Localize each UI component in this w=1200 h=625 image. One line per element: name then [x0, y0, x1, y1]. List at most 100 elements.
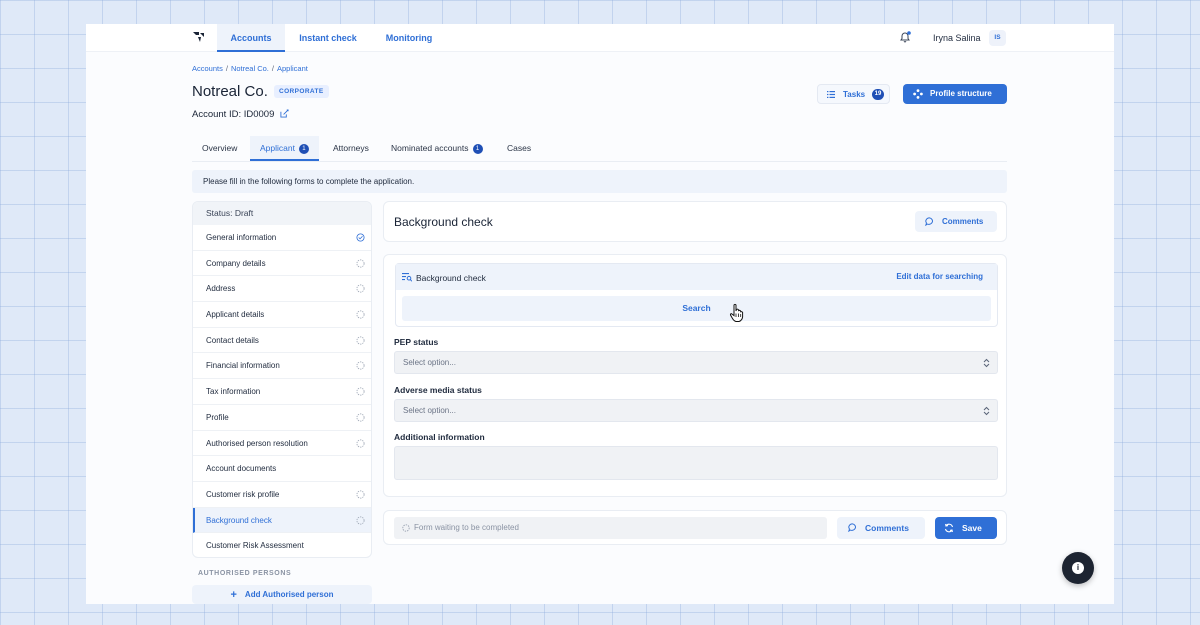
- breadcrumb-accounts[interactable]: Accounts: [192, 64, 223, 73]
- comment-icon: [848, 523, 856, 532]
- menu-item-label: General information: [206, 233, 277, 242]
- comments-label-top: Comments: [942, 217, 984, 226]
- menu-item[interactable]: Account documents: [193, 456, 371, 482]
- info-icon: i: [1072, 562, 1084, 574]
- adverse-media-label: Adverse media status: [394, 385, 482, 395]
- pending-icon: [356, 438, 365, 448]
- menu-item-label: Financial information: [206, 361, 280, 371]
- tab-overview[interactable]: Overview: [202, 136, 237, 161]
- plus-icon: +: [230, 589, 237, 601]
- tasks-button[interactable]: Tasks 19: [817, 84, 890, 104]
- chevron-up-down-icon: [983, 406, 990, 416]
- adverse-media-select[interactable]: Select option...: [394, 399, 998, 422]
- menu-item[interactable]: Profile: [193, 405, 371, 431]
- menu-item-label: Company details: [206, 258, 266, 268]
- menu-item[interactable]: Financial information: [193, 353, 371, 380]
- pending-icon: [356, 387, 365, 396]
- pep-status-select[interactable]: Select option...: [394, 351, 998, 374]
- menu-item-label: Customer risk profile: [206, 489, 280, 499]
- profile-structure-button[interactable]: Profile structure: [903, 84, 1007, 104]
- menu-item-label: Customer Risk Assessment: [206, 541, 304, 551]
- list-icon: [827, 91, 835, 98]
- menu-item[interactable]: Address: [193, 276, 371, 303]
- pending-icon: [356, 413, 365, 422]
- form-header-card: Background check Comments: [383, 201, 1007, 242]
- comments-button-top[interactable]: Comments: [915, 211, 997, 232]
- adverse-media-placeholder: Select option...: [403, 406, 456, 415]
- pending-icon: [402, 524, 410, 532]
- pending-icon: [356, 516, 365, 525]
- menu-item[interactable]: Customer Risk Assessment: [193, 533, 371, 557]
- account-tabs: Overview Applicant 1 Attorneys Nominated …: [192, 136, 1007, 162]
- edit-data-for-searching-link[interactable]: Edit data for searching: [896, 272, 983, 281]
- user-name[interactable]: Iryna Salina: [933, 24, 981, 52]
- tab-nominated-label: Nominated accounts: [391, 143, 469, 153]
- background-check-panel-header: Background check Edit data for searching: [396, 264, 997, 290]
- tab-attorneys[interactable]: Attorneys: [333, 136, 369, 161]
- structure-icon: [913, 89, 923, 99]
- app-window: Accounts Instant check Monitoring Iryna …: [86, 24, 1114, 604]
- tab-applicant-count: 1: [298, 144, 309, 154]
- menu-item[interactable]: General information: [193, 225, 371, 251]
- form-status-indicator: Form waiting to be completed: [394, 517, 827, 539]
- comments-label-bottom: Comments: [865, 523, 909, 533]
- comments-button-bottom[interactable]: Comments: [837, 517, 925, 539]
- tab-nominated-count: 1: [472, 144, 483, 154]
- menu-item[interactable]: Company details: [193, 251, 371, 277]
- nav-tab-instant-check[interactable]: Instant check: [291, 24, 365, 52]
- help-button[interactable]: i: [1062, 552, 1094, 584]
- menu-item[interactable]: Applicant details: [193, 302, 371, 328]
- breadcrumb-applicant[interactable]: Applicant: [277, 64, 308, 73]
- breadcrumb: Accounts / Notreal Co. / Applicant: [192, 64, 308, 73]
- breadcrumb-company[interactable]: Notreal Co.: [231, 64, 269, 73]
- tab-attorneys-label: Attorneys: [333, 143, 369, 153]
- pending-icon: [356, 284, 365, 293]
- status-label: Status: Draft: [193, 202, 371, 225]
- authorised-persons-title: AUTHORISED PERSONS: [198, 570, 292, 577]
- menu-item-label: Account documents: [206, 464, 277, 474]
- refresh-icon: [944, 523, 954, 533]
- tab-cases-label: Cases: [507, 143, 532, 153]
- tasks-count-badge: 19: [872, 89, 884, 100]
- save-button[interactable]: Save: [935, 517, 997, 539]
- form-sections-menu: Status: Draft General information Company…: [192, 201, 372, 558]
- company-type-badge: CORPORATE: [274, 85, 329, 98]
- add-authorised-person-button[interactable]: + Add Authorised person: [192, 585, 372, 604]
- menu-item[interactable]: Background check: [193, 507, 371, 534]
- menu-item[interactable]: Contact details: [193, 328, 371, 354]
- search-list-icon: [402, 273, 412, 282]
- nav-tab-monitoring[interactable]: Monitoring: [377, 24, 441, 52]
- menu-item[interactable]: Tax information: [193, 379, 371, 405]
- profile-structure-label: Profile structure: [930, 89, 992, 98]
- tab-nominated-accounts[interactable]: Nominated accounts 1: [391, 136, 483, 161]
- nav-tab-accounts[interactable]: Accounts: [217, 24, 285, 52]
- account-id: Account ID: ID0009: [192, 109, 275, 120]
- comment-icon: [925, 217, 933, 226]
- background-check-form: Background check Edit data for searching…: [383, 254, 1007, 497]
- save-label: Save: [962, 523, 982, 533]
- additional-info-textarea[interactable]: [394, 446, 998, 480]
- menu-item[interactable]: Customer risk profile: [193, 482, 371, 508]
- menu-item-label: Background check: [206, 515, 272, 525]
- tab-cases[interactable]: Cases: [507, 136, 531, 161]
- background-check-section-title: Background check: [416, 273, 486, 283]
- pending-icon: [356, 361, 365, 370]
- menu-item-label: Tax information: [206, 387, 261, 397]
- pending-icon: [356, 310, 365, 319]
- search-button[interactable]: Search: [402, 296, 991, 321]
- menu-item[interactable]: Authorised person resolution: [193, 431, 371, 457]
- tab-applicant-label: Applicant: [260, 143, 295, 153]
- app-logo[interactable]: [192, 30, 206, 44]
- notification-bell-icon[interactable]: [898, 30, 912, 44]
- menu-item-label: Contact details: [206, 335, 259, 345]
- form-title: Background check: [394, 215, 493, 229]
- menu-item-label: Authorised person resolution: [206, 438, 308, 448]
- tab-applicant[interactable]: Applicant 1: [250, 136, 319, 161]
- user-avatar[interactable]: IS: [989, 30, 1006, 46]
- hand-cursor-icon: [729, 303, 744, 322]
- edit-icon[interactable]: [280, 109, 289, 118]
- add-authorised-label: Add Authorised person: [244, 590, 334, 599]
- chevron-up-down-icon: [983, 358, 990, 368]
- pending-icon: [356, 259, 365, 268]
- background-check-panel: Background check Edit data for searching…: [395, 263, 998, 327]
